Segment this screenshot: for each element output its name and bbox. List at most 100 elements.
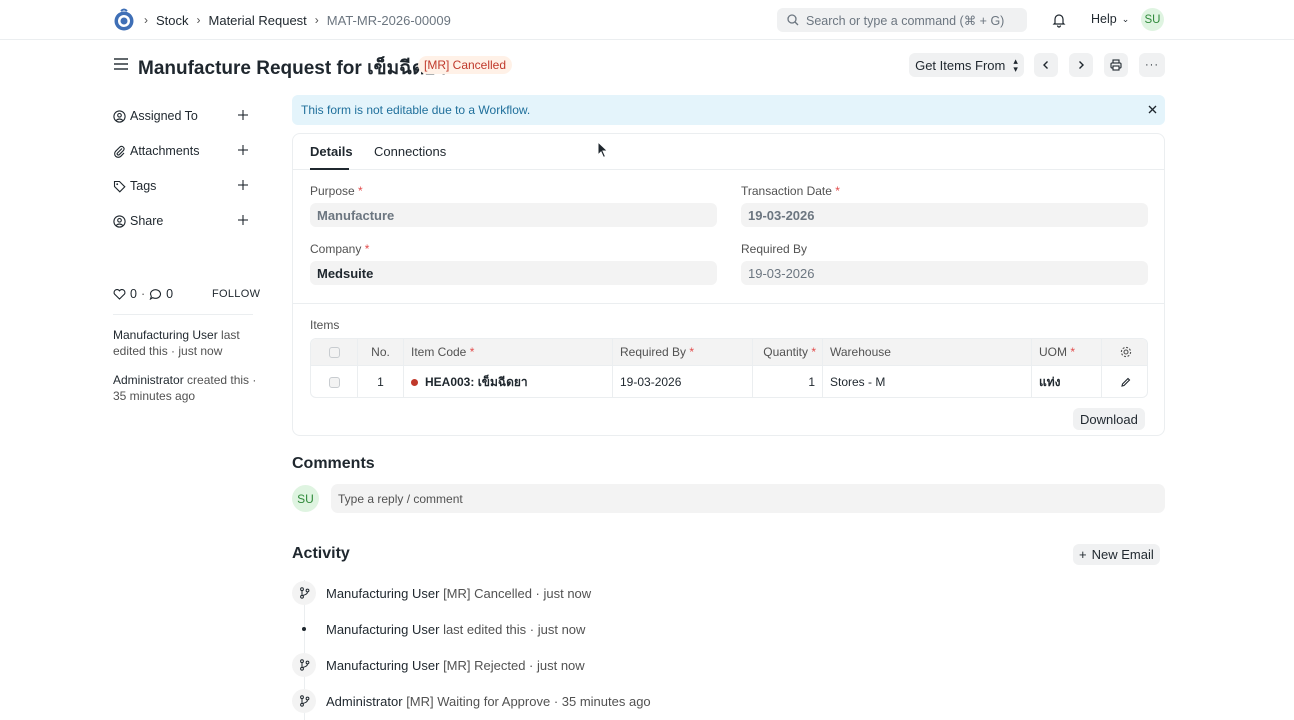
activity-text: Manufacturing User [MR] Rejected · just … — [326, 657, 585, 673]
sidebar-item-assigned-to[interactable]: Assigned To — [113, 108, 253, 124]
chevron-right-icon: › — [144, 13, 148, 27]
activity-user[interactable]: Administrator — [113, 373, 184, 387]
app-logo-icon[interactable] — [113, 8, 135, 32]
close-icon[interactable] — [1147, 104, 1158, 115]
table-row[interactable]: 1 HEA003: เข็มฉีดยา 19-03-2026 1 Stores … — [311, 366, 1147, 397]
help-label: Help — [1091, 12, 1117, 26]
column-header-warehouse: Warehouse — [823, 339, 1032, 365]
column-header-uom: UOM * — [1032, 339, 1102, 365]
hamburger-menu-icon[interactable] — [114, 57, 128, 71]
items-label: Items — [310, 318, 340, 332]
plus-icon[interactable] — [237, 109, 249, 121]
column-header-no: No. — [358, 339, 404, 365]
page-title: Manufacture Request for เข็มฉีดยา — [138, 58, 447, 79]
purpose-field[interactable]: Manufacture — [310, 203, 717, 227]
tab-details[interactable]: Details — [310, 144, 353, 159]
cell-no: 1 — [358, 366, 404, 397]
row-select-cell — [311, 366, 358, 397]
activity-user[interactable]: Administrator — [326, 694, 403, 709]
comments-count: 0 — [166, 287, 174, 301]
comment-icon[interactable] — [149, 288, 162, 300]
sidebar-activity-item: Administrator created this · 35 minutes … — [113, 372, 258, 404]
tab-connections[interactable]: Connections — [374, 144, 446, 159]
cell-warehouse[interactable]: Stores - M — [823, 366, 1032, 397]
sidebar-item-share[interactable]: Share — [113, 213, 253, 229]
share-icon — [113, 214, 126, 228]
cell-uom[interactable]: แท่ง — [1032, 366, 1102, 397]
transaction-date-field[interactable]: 19-03-2026 — [741, 203, 1148, 227]
pencil-icon[interactable] — [1120, 377, 1131, 388]
table-header: No. Item Code * Required By * Quantity *… — [311, 339, 1147, 366]
activity-user[interactable]: Manufacturing User — [113, 328, 218, 342]
more-options-button[interactable]: ··· — [1139, 53, 1165, 77]
plus-icon[interactable] — [237, 144, 249, 156]
get-items-from-button[interactable]: Get Items From ▴ ▾ — [909, 53, 1024, 77]
previous-document-button[interactable] — [1034, 53, 1058, 77]
mouse-cursor-icon — [597, 141, 609, 159]
activity-user[interactable]: Manufacturing User — [326, 622, 439, 637]
comment-avatar: SU — [292, 485, 319, 512]
plus-icon: + — [1079, 547, 1087, 562]
workflow-alert: This form is not editable due to a Workf… — [292, 95, 1165, 125]
sidebar-item-tags[interactable]: Tags — [113, 178, 253, 194]
follow-button[interactable]: FOLLOW — [212, 288, 260, 300]
plus-icon[interactable] — [237, 214, 249, 226]
chevron-right-icon — [1079, 61, 1084, 69]
breadcrumb-material-request[interactable]: Material Request — [209, 13, 307, 28]
sidebar-item-label: Share — [130, 214, 164, 228]
chevron-right-icon: › — [314, 13, 319, 27]
chevron-left-icon — [1043, 61, 1048, 69]
paperclip-icon — [114, 145, 125, 158]
breadcrumb-document[interactable]: MAT-MR-2026-00009 — [327, 13, 451, 28]
activity-text: Manufacturing User last edited this · ju… — [326, 621, 586, 637]
section-divider — [293, 303, 1164, 304]
activity-user[interactable]: Manufacturing User — [326, 586, 439, 601]
comment-input[interactable]: Type a reply / comment — [331, 484, 1165, 513]
bell-icon[interactable] — [1051, 12, 1067, 28]
sidebar-item-label: Attachments — [130, 144, 200, 158]
printer-icon — [1110, 59, 1122, 71]
form-tabs: Details Connections — [293, 134, 1164, 170]
company-label: Company * — [310, 242, 370, 256]
user-circle-icon — [113, 109, 126, 123]
required-by-field[interactable]: 19-03-2026 — [741, 261, 1148, 285]
active-tab-indicator — [310, 168, 349, 170]
activity-text: Administrator [MR] Waiting for Approve ·… — [326, 693, 651, 709]
required-by-label: Required By — [741, 242, 808, 256]
activity-title: Activity — [292, 545, 350, 562]
help-menu[interactable]: Help ⌄ — [1091, 12, 1129, 26]
row-checkbox[interactable] — [328, 376, 340, 388]
sidebar-divider — [113, 314, 253, 315]
heart-icon[interactable] — [113, 288, 126, 300]
print-button[interactable] — [1104, 53, 1128, 77]
column-header-quantity: Quantity * — [753, 339, 823, 365]
activity-entry: Manufacturing User [MR] Cancelled · just… — [292, 581, 992, 605]
next-document-button[interactable] — [1069, 53, 1093, 77]
breadcrumb: › Stock › Material Request › MAT-MR-2026… — [144, 0, 451, 40]
status-dot-icon — [411, 378, 418, 386]
search-icon — [787, 14, 799, 26]
cell-required-by[interactable]: 19-03-2026 — [613, 366, 753, 397]
select-all-checkbox[interactable] — [328, 346, 340, 358]
cell-quantity[interactable]: 1 — [753, 366, 823, 397]
new-email-button[interactable]: + New Email — [1073, 544, 1160, 565]
download-button[interactable]: Download — [1073, 408, 1145, 430]
sidebar-item-attachments[interactable]: Attachments — [113, 143, 253, 159]
sidebar-item-label: Assigned To — [130, 109, 198, 123]
branch-icon — [292, 653, 316, 677]
breadcrumb-stock[interactable]: Stock — [156, 13, 189, 28]
sort-arrows-icon: ▴ ▾ — [1013, 56, 1018, 74]
cell-item-code[interactable]: HEA003: เข็มฉีดยา — [404, 366, 613, 397]
plus-icon[interactable] — [237, 179, 249, 191]
company-field[interactable]: Medsuite — [310, 261, 717, 285]
gear-icon[interactable] — [1120, 346, 1132, 358]
sidebar-activity-item: Manufacturing User last edited this · ju… — [113, 327, 258, 359]
activity-user[interactable]: Manufacturing User — [326, 658, 439, 673]
dot-icon — [292, 617, 316, 641]
likes-count: 0 — [130, 287, 137, 301]
column-header-required-by: Required By * — [613, 339, 753, 365]
activity-text: Manufacturing User [MR] Cancelled · just… — [326, 585, 592, 601]
branch-icon — [292, 581, 316, 605]
user-avatar[interactable]: SU — [1141, 8, 1164, 31]
search-input[interactable]: Search or type a command (⌘ + G) — [777, 8, 1027, 32]
